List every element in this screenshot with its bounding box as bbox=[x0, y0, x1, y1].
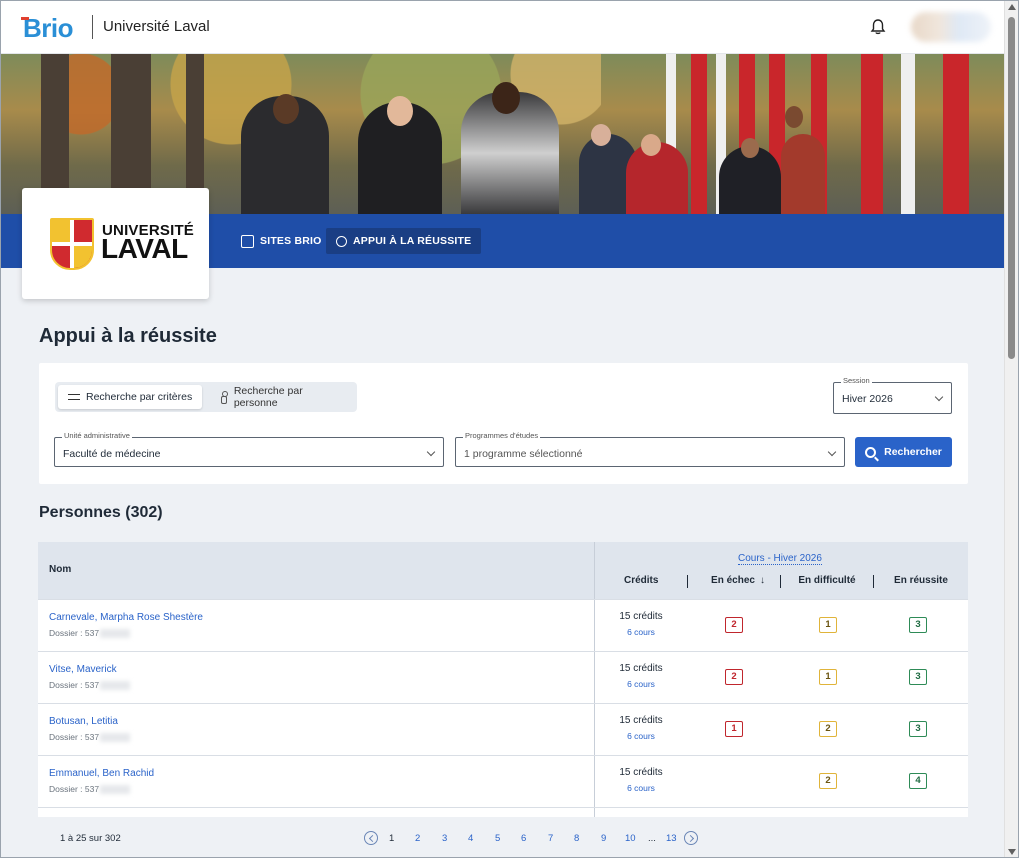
cours-count-link[interactable]: 6 cours bbox=[608, 679, 674, 689]
column-header-name[interactable]: Nom bbox=[49, 564, 71, 575]
pagination-bar: 1 à 25 sur 302 1 2 3 4 5 6 7 8 9 10 ... … bbox=[38, 817, 968, 857]
nav-appui-reussite[interactable]: APPUI À LA RÉUSSITE bbox=[326, 228, 482, 254]
dossier-number: Dossier : 537 bbox=[49, 628, 131, 639]
brio-logo[interactable]: Brio bbox=[21, 13, 74, 44]
sort-arrow-down-icon: ↓ bbox=[759, 575, 765, 586]
echec-badge: 1 bbox=[725, 721, 743, 737]
person-name-link[interactable]: Carnevale, Marpha Rose Shestère bbox=[49, 612, 203, 623]
session-value: Hiver 2026 bbox=[842, 393, 893, 405]
pagination-ellipsis: ... bbox=[648, 833, 656, 844]
person-name-link[interactable]: Emmanuel, Ben Rachid bbox=[49, 768, 154, 779]
cours-count-link[interactable]: 6 cours bbox=[608, 731, 674, 741]
credits-value: 15 crédits bbox=[619, 767, 663, 778]
tab-search-by-person[interactable]: Recherche par personne bbox=[210, 385, 357, 409]
page-link[interactable]: 1 bbox=[389, 833, 394, 844]
institution-name: Université Laval bbox=[103, 18, 210, 35]
person-icon bbox=[220, 391, 228, 404]
reussite-badge: 3 bbox=[909, 721, 927, 737]
reussite-badge: 3 bbox=[909, 617, 927, 633]
top-bar: Brio Université Laval bbox=[1, 1, 1005, 54]
table-header: Nom Cours - Hiver 2026 Crédits En échec ↓… bbox=[38, 542, 968, 599]
sites-icon bbox=[241, 234, 254, 248]
vertical-scrollbar[interactable] bbox=[1004, 1, 1018, 857]
people-support-icon bbox=[336, 235, 347, 247]
persons-table: Nom Cours - Hiver 2026 Crédits En échec ↓… bbox=[38, 542, 968, 817]
page-link[interactable]: 4 bbox=[468, 833, 473, 844]
tab-search-by-criteria[interactable]: Recherche par critères bbox=[58, 385, 203, 409]
table-row: Carnevale, Marpha Rose Shestère Dossier … bbox=[38, 599, 968, 651]
search-mode-toggle: Recherche par critères Recherche par per… bbox=[55, 382, 357, 412]
chevron-down-icon bbox=[827, 447, 837, 457]
page-link[interactable]: 3 bbox=[442, 833, 447, 844]
column-header-difficulte[interactable]: En difficulté bbox=[796, 575, 858, 586]
cours-count-link[interactable]: 6 cours bbox=[608, 627, 674, 637]
table-row: Emmanuel, Ben Rachid Dossier : 537 15 cr… bbox=[38, 755, 968, 807]
user-menu-blurred[interactable] bbox=[911, 12, 991, 42]
programs-value: 1 programme sélectionné bbox=[464, 448, 583, 460]
table-row: Vitse, Maverick Dossier : 537 15 crédits… bbox=[38, 651, 968, 703]
unit-value: Faculté de médecine bbox=[63, 448, 161, 460]
page-link[interactable]: 10 bbox=[625, 833, 636, 844]
cours-count-link[interactable]: 6 cours bbox=[608, 783, 674, 793]
credits-value: 15 crédits bbox=[619, 611, 663, 622]
page-link[interactable]: 9 bbox=[601, 833, 606, 844]
difficulte-badge: 1 bbox=[819, 617, 837, 633]
page-link[interactable]: 6 bbox=[521, 833, 526, 844]
next-page-icon[interactable] bbox=[684, 831, 698, 845]
table-row: Botusan, Letitia Dossier : 537 15 crédit… bbox=[38, 703, 968, 755]
credits-value: 15 crédits bbox=[619, 715, 663, 726]
unit-label: Unité administrative bbox=[62, 431, 132, 440]
persons-count-title: Personnes (302) bbox=[39, 504, 163, 521]
pagination-range: 1 à 25 sur 302 bbox=[60, 833, 121, 844]
echec-badge: 2 bbox=[725, 669, 743, 685]
page-title: Appui à la réussite bbox=[39, 325, 217, 347]
scroll-down-arrow-icon[interactable] bbox=[1008, 849, 1016, 855]
session-label: Session bbox=[841, 376, 872, 385]
difficulte-badge: 2 bbox=[819, 773, 837, 789]
page-link-last[interactable]: 13 bbox=[666, 833, 677, 844]
difficulte-badge: 2 bbox=[819, 721, 837, 737]
sliders-icon bbox=[68, 393, 80, 402]
page-link[interactable]: 5 bbox=[495, 833, 500, 844]
difficulte-badge: 1 bbox=[819, 669, 837, 685]
dossier-number: Dossier : 537 bbox=[49, 680, 131, 691]
column-header-reussite[interactable]: En réussite bbox=[891, 575, 951, 586]
chevron-down-icon bbox=[426, 447, 436, 457]
page-link[interactable]: 8 bbox=[574, 833, 579, 844]
echec-badge: 2 bbox=[725, 617, 743, 633]
table-row bbox=[38, 807, 968, 817]
programs-select[interactable]: Programmes d'études 1 programme sélectio… bbox=[455, 431, 845, 467]
logo-line-2: LAVAL bbox=[101, 233, 188, 264]
dossier-number: Dossier : 537 bbox=[49, 784, 131, 795]
person-name-link[interactable]: Botusan, Letitia bbox=[49, 716, 118, 727]
search-panel: Recherche par critères Recherche par per… bbox=[39, 363, 968, 484]
page-link[interactable]: 2 bbox=[415, 833, 420, 844]
previous-page-icon[interactable] bbox=[364, 831, 378, 845]
browser-window: Brio Université Laval SITES BRIO APPUI À… bbox=[0, 0, 1019, 858]
session-select[interactable]: Session Hiver 2026 bbox=[833, 376, 952, 414]
column-header-credits[interactable]: Crédits bbox=[624, 575, 658, 586]
laval-crest-icon bbox=[50, 218, 94, 270]
cours-session-link[interactable]: Cours - Hiver 2026 bbox=[738, 553, 822, 565]
unit-select[interactable]: Unité administrative Faculté de médecine bbox=[54, 431, 444, 467]
topbar-divider bbox=[92, 15, 93, 39]
search-icon bbox=[865, 446, 877, 458]
column-header-echec[interactable]: En échec ↓ bbox=[708, 575, 768, 586]
scroll-up-arrow-icon[interactable] bbox=[1008, 4, 1016, 10]
page-link[interactable]: 7 bbox=[548, 833, 553, 844]
dossier-number: Dossier : 537 bbox=[49, 732, 131, 743]
reussite-badge: 3 bbox=[909, 669, 927, 685]
nav-sites-brio[interactable]: SITES BRIO bbox=[231, 228, 332, 254]
bell-icon[interactable] bbox=[869, 18, 887, 36]
programs-label: Programmes d'études bbox=[463, 431, 541, 440]
scrollbar-thumb[interactable] bbox=[1008, 17, 1015, 359]
universite-laval-logo-card: UNIVERSITÉ LAVAL bbox=[22, 188, 209, 299]
reussite-badge: 4 bbox=[909, 773, 927, 789]
chevron-down-icon bbox=[934, 392, 944, 402]
person-name-link[interactable]: Vitse, Maverick bbox=[49, 664, 117, 675]
search-button[interactable]: Rechercher bbox=[855, 437, 952, 467]
credits-value: 15 crédits bbox=[619, 663, 663, 674]
